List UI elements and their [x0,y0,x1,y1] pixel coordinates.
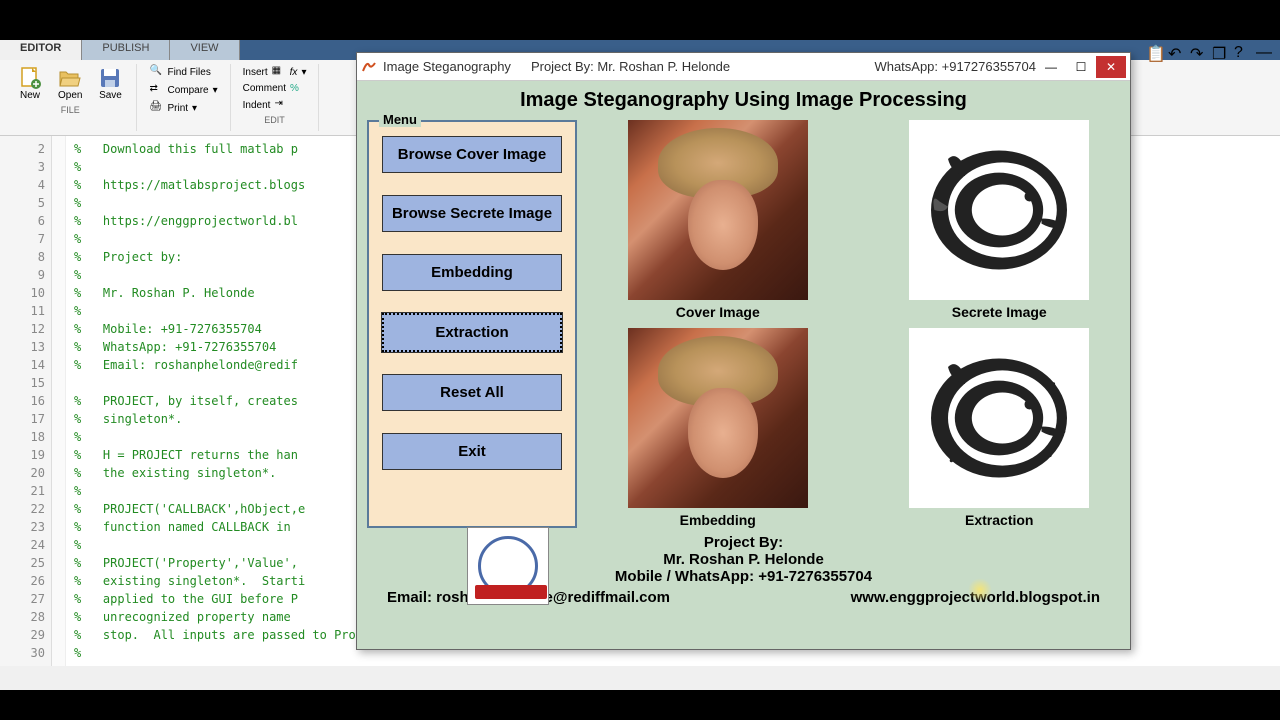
fold-gutter [52,136,66,666]
insert-row[interactable]: Insert ▦ fx ▾ [239,64,311,80]
findfiles-button[interactable]: 🔍Find Files [145,64,221,80]
menu-panel: Menu Browse Cover Image Browse Secrete I… [367,120,577,528]
cover-label: Cover Image [597,304,839,320]
save-icon [98,66,122,90]
embedding-image [628,328,808,508]
maximize-button[interactable]: ☐ [1066,56,1096,78]
new-file-icon [18,66,42,90]
new-button[interactable]: New [12,64,48,103]
window-icon[interactable]: ❐ [1212,44,1228,60]
close-button[interactable]: ✕ [1096,56,1126,78]
letterbox-bottom [0,690,1280,720]
extraction-button[interactable]: Extraction [382,313,562,352]
extraction-label: Extraction [879,512,1121,528]
redo-icon[interactable]: ↷ [1190,44,1206,60]
save-button[interactable]: Save [92,64,128,103]
undo-icon[interactable]: ↶ [1168,44,1184,60]
gui-heading: Image Steganography Using Image Processi… [367,89,1120,112]
gui-title-whatsapp: WhatsApp: +917276355704 [874,59,1036,74]
author-logo [467,527,549,605]
new-label: New [20,90,40,101]
footer-website: www.enggprojectworld.blogspot.in [851,589,1100,606]
edit-group-label: EDIT [264,115,285,125]
print-button[interactable]: 🖨Print ▾ [145,100,221,116]
matlab-figure-icon [361,59,377,75]
top-right-quick-icons: 📋 ↶ ↷ ❐ ? — [1142,40,1276,64]
embedding-button[interactable]: Embedding [382,254,562,291]
minimize-icon[interactable]: — [1256,44,1272,60]
tab-publish[interactable]: PUBLISH [82,40,170,60]
compare-button[interactable]: ⇄Compare ▾ [145,82,221,98]
tab-editor[interactable]: EDITOR [0,40,82,60]
exit-button[interactable]: Exit [382,433,562,470]
find-icon: 🔍 [149,65,163,79]
line-gutter: 2345678910111213141516171819202122232425… [0,136,52,666]
minimize-button[interactable]: — [1036,56,1066,78]
comment-row[interactable]: Comment % [239,82,311,95]
image-grid: Cover Image Secrete Image Embedding [597,120,1120,528]
save-label: Save [99,90,122,101]
gui-figure-window: Image Steganography Project By: Mr. Rosh… [356,52,1131,650]
gui-title-projectby: Project By: Mr. Roshan P. Helonde [511,59,750,74]
open-button[interactable]: Open [52,64,88,103]
help-icon[interactable]: ? [1234,44,1250,60]
tab-view[interactable]: VIEW [170,40,239,60]
secret-label: Secrete Image [879,304,1121,320]
paste-icon[interactable]: 📋 [1146,44,1162,60]
indent-row[interactable]: Indent ⇥ [239,97,311,113]
secret-image [909,120,1089,300]
open-folder-icon [58,66,82,90]
letterbox-top [0,0,1280,40]
print-icon: 🖨 [149,101,163,115]
gui-titlebar[interactable]: Image Steganography Project By: Mr. Rosh… [357,53,1130,81]
reset-button[interactable]: Reset All [382,374,562,411]
gui-title: Image Steganography [383,59,511,74]
browse-secret-button[interactable]: Browse Secrete Image [382,195,562,232]
embedding-label: Embedding [597,512,839,528]
open-label: Open [58,90,82,101]
menu-legend: Menu [379,112,421,127]
cover-image [628,120,808,300]
browse-cover-button[interactable]: Browse Cover Image [382,136,562,173]
compare-icon: ⇄ [149,83,163,97]
extraction-image [909,328,1089,508]
file-group-label: FILE [61,105,80,115]
